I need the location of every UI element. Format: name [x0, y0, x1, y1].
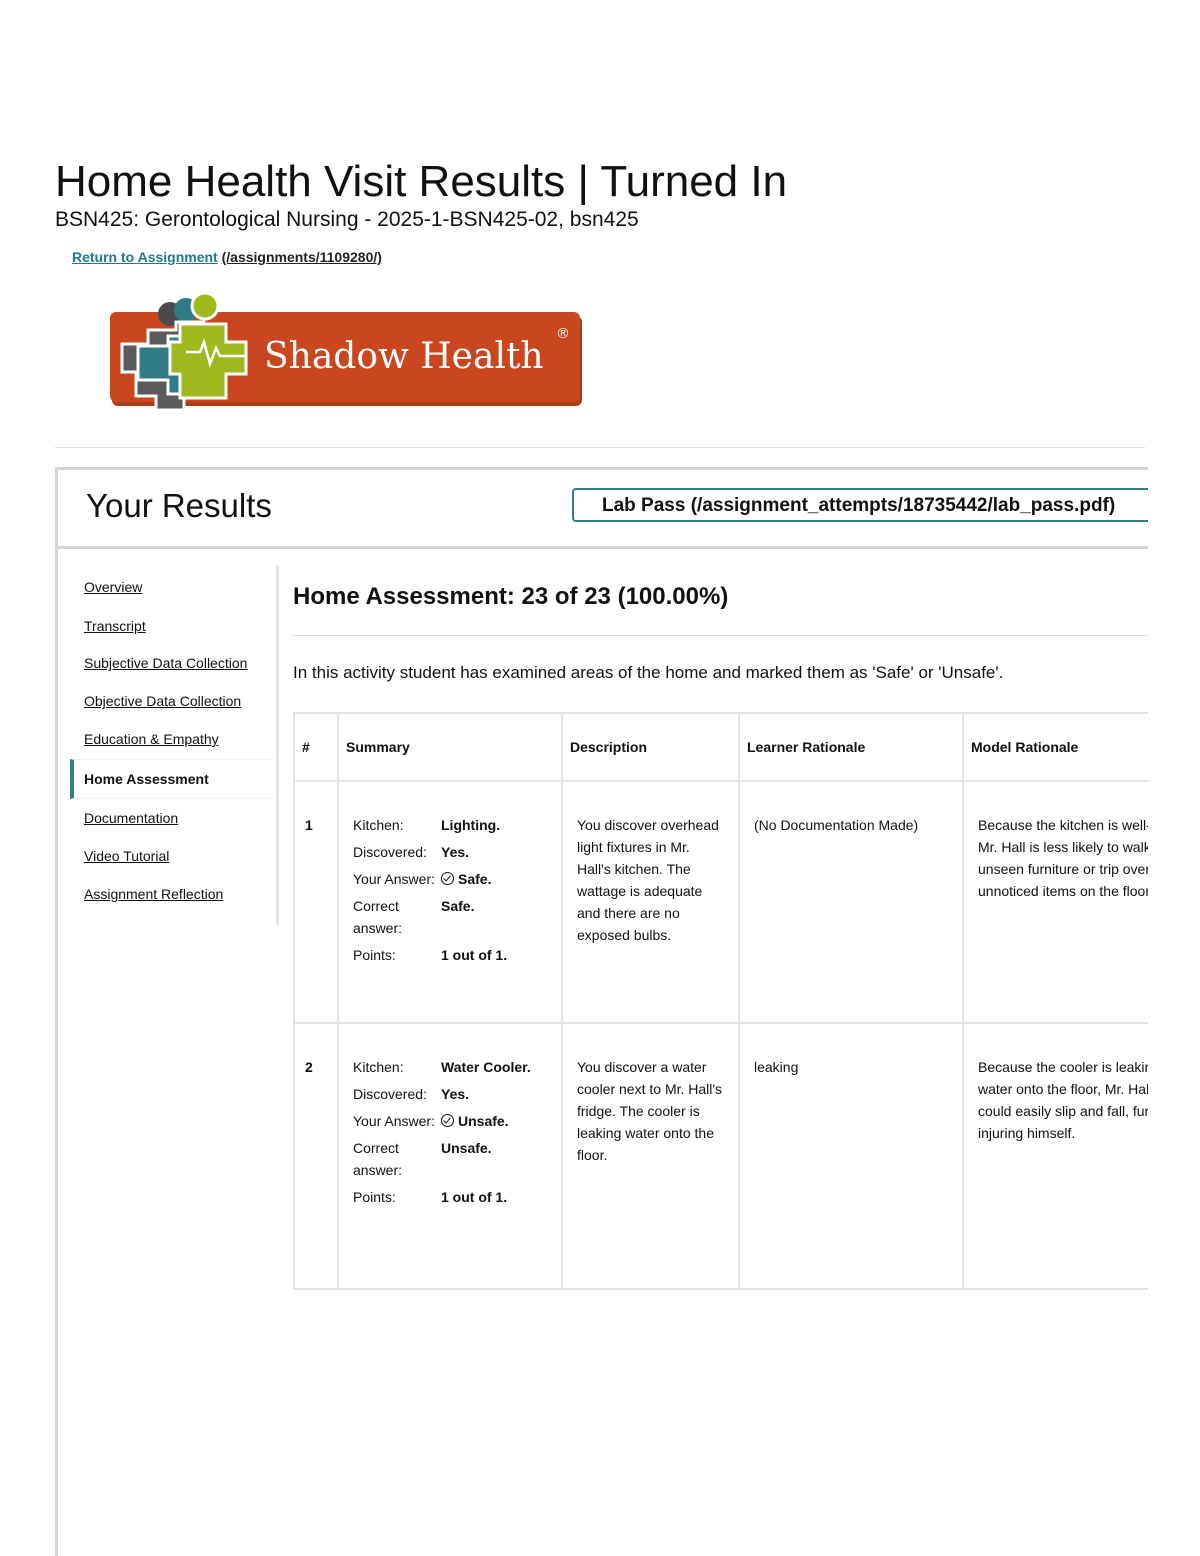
- summary-points-label: Points:: [353, 1189, 396, 1205]
- nav-item-documentation[interactable]: Documentation: [84, 809, 178, 827]
- column-header-model-rationale: Model Rationale: [962, 712, 1148, 782]
- nav-item-subjective-data-collection[interactable]: Subjective Data Collection: [84, 654, 247, 672]
- nav-item-assignment-reflection[interactable]: Assignment Reflection: [84, 885, 223, 903]
- row-summary: Kitchen: Lighting. Discovered: Yes. Your A…: [337, 780, 563, 1024]
- check-circle-icon: [441, 1114, 454, 1127]
- check-circle-icon: [441, 872, 454, 885]
- assessment-table: # Summary Description Learner Rationale …: [293, 712, 1148, 1290]
- summary-correct-value: Unsafe.: [441, 1140, 492, 1156]
- summary-discovered-label: Discovered:: [353, 844, 427, 860]
- return-link-label[interactable]: Return to Assignment: [72, 249, 218, 265]
- course-subtitle: BSN425: Gerontological Nursing - 2025-1-…: [55, 208, 639, 231]
- section-divider: [293, 635, 1148, 636]
- summary-answer-value: Safe.: [458, 871, 492, 887]
- row-model-rationale: Because the kitchen is well-lit, Mr. Hal…: [962, 780, 1148, 1024]
- summary-answer-label: Your Answer:: [353, 871, 435, 887]
- summary-points-label: Points:: [353, 947, 396, 963]
- table-header-row: # Summary Description Learner Rationale …: [293, 712, 1148, 782]
- results-side-nav: Overview Transcript Subjective Data Coll…: [70, 565, 279, 925]
- shadow-health-logo: Shadow Health ®: [110, 292, 582, 412]
- nav-item-objective-data-collection[interactable]: Objective Data Collection: [84, 692, 241, 710]
- row-learner-rationale: (No Documentation Made): [738, 780, 964, 1024]
- lab-pass-label[interactable]: Lab Pass (/assignment_attempts/18735442/…: [602, 495, 1115, 517]
- summary-area-label: Kitchen:: [353, 1059, 404, 1075]
- nav-item-overview[interactable]: Overview: [84, 578, 142, 596]
- results-panel: Your Results Lab Pass (/assignment_attem…: [55, 467, 1148, 1556]
- results-title: Your Results: [86, 487, 272, 524]
- summary-discovered-label: Discovered:: [353, 1086, 427, 1102]
- table-row: 2 Kitchen: Water Cooler. Discovered: Yes. …: [293, 1022, 1148, 1290]
- nav-item-home-assessment[interactable]: Home Assessment: [70, 759, 273, 799]
- row-summary: Kitchen: Water Cooler. Discovered: Yes. Yo…: [337, 1022, 563, 1290]
- column-header-number: #: [293, 712, 339, 782]
- summary-correct-value: Safe.: [441, 898, 475, 914]
- summary-correct-label: Correct answer:: [353, 898, 403, 936]
- column-header-description: Description: [561, 712, 740, 782]
- logo-figure-icon: [120, 292, 248, 412]
- row-description: You discover overhead light fixtures in …: [561, 780, 740, 1024]
- nav-item-home-assessment-label[interactable]: Home Assessment: [84, 770, 209, 788]
- summary-correct-label: Correct answer:: [353, 1140, 403, 1178]
- row-model-rationale: Because the cooler is leaking water onto…: [962, 1022, 1148, 1290]
- section-intro: In this activity student has examined ar…: [293, 663, 1004, 682]
- page-title: Home Health Visit Results | Turned In: [55, 157, 788, 206]
- return-link-path[interactable]: (/assignments/1109280/): [222, 249, 382, 265]
- summary-points-value: 1 out of 1.: [441, 1189, 508, 1205]
- summary-answer-label: Your Answer:: [353, 1113, 435, 1129]
- summary-area-value: Lighting.: [441, 817, 501, 833]
- column-header-summary: Summary: [337, 712, 563, 782]
- logo-registered-mark: ®: [556, 326, 570, 342]
- summary-area-label: Kitchen:: [353, 817, 404, 833]
- lab-pass-button[interactable]: Lab Pass (/assignment_attempts/18735442/…: [572, 488, 1148, 522]
- nav-item-video-tutorial[interactable]: Video Tutorial: [84, 847, 169, 865]
- summary-area-value: Water Cooler.: [441, 1059, 531, 1075]
- nav-item-transcript[interactable]: Transcript: [84, 617, 146, 635]
- nav-item-education-empathy[interactable]: Education & Empathy: [84, 730, 219, 748]
- assessment-table-wrapper: # Summary Description Learner Rationale …: [293, 712, 1148, 1290]
- results-header: Your Results Lab Pass (/assignment_attem…: [58, 470, 1148, 549]
- row-number: 2: [293, 1022, 339, 1290]
- table-row: 1 Kitchen: Lighting. Discovered: Yes. Your…: [293, 780, 1148, 1024]
- section-heading: Home Assessment: 23 of 23 (100.00%): [293, 583, 729, 610]
- summary-list: Kitchen: Lighting. Discovered: Yes. Your A…: [353, 814, 533, 971]
- row-description: You discover a water cooler next to Mr. …: [561, 1022, 740, 1290]
- summary-answer-value: Unsafe.: [458, 1113, 509, 1129]
- row-learner-rationale: leaking: [738, 1022, 964, 1290]
- summary-list: Kitchen: Water Cooler. Discovered: Yes. Yo…: [353, 1056, 533, 1213]
- header-divider: [55, 447, 1145, 448]
- row-number: 1: [293, 780, 339, 1024]
- column-header-learner-rationale: Learner Rationale: [738, 712, 964, 782]
- summary-discovered-value: Yes.: [441, 1086, 470, 1102]
- summary-points-value: 1 out of 1.: [441, 947, 508, 963]
- logo-wordmark: Shadow Health: [264, 336, 544, 377]
- summary-discovered-value: Yes.: [441, 844, 470, 860]
- return-to-assignment-link[interactable]: Return to Assignment (/assignments/11092…: [72, 247, 382, 267]
